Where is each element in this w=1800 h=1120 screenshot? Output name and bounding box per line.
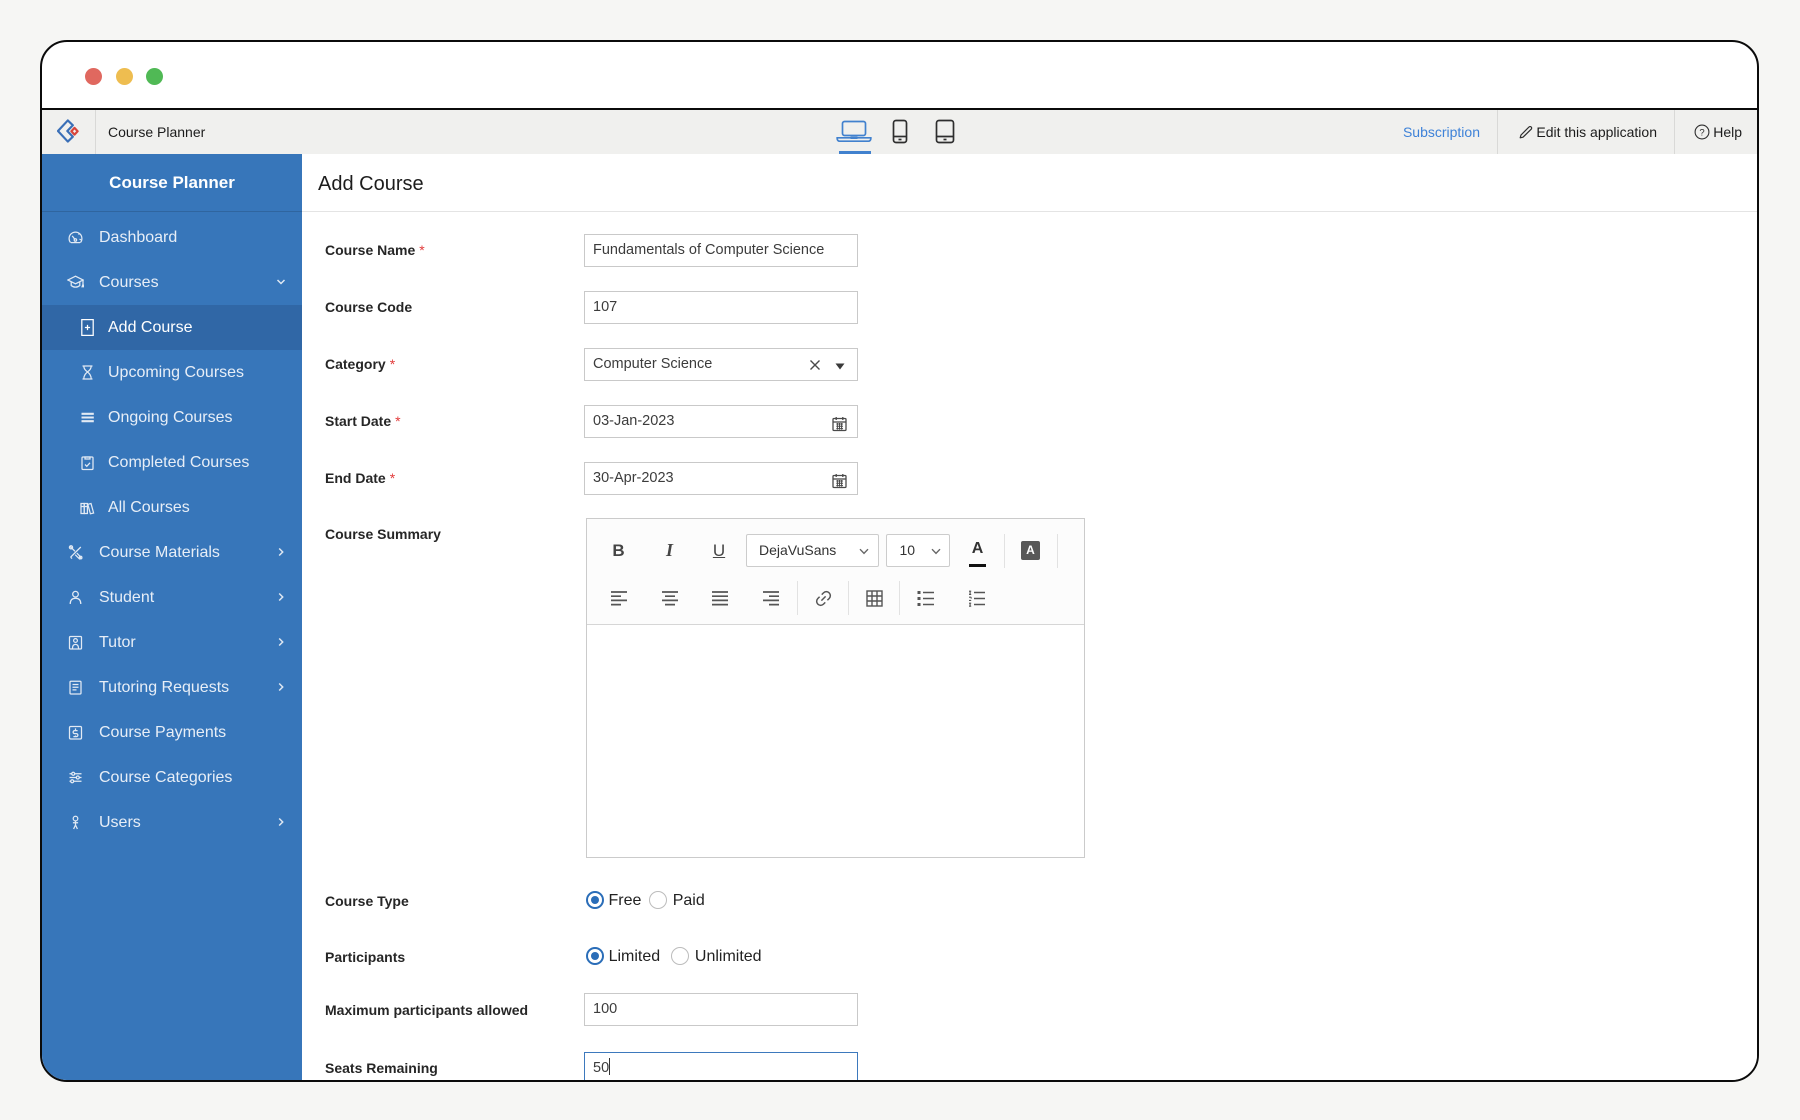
svg-text:?: ? — [1699, 127, 1704, 138]
